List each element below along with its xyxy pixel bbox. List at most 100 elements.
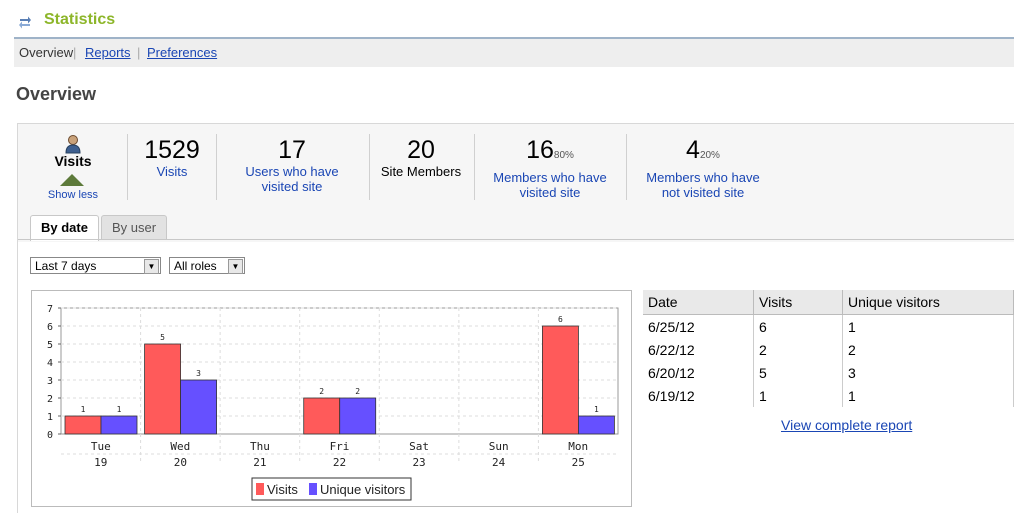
bar-value-label: 2	[355, 387, 360, 396]
x-sub-tick-label: 24	[492, 456, 506, 469]
stat-divider	[127, 134, 128, 200]
nav-overview[interactable]: Overview	[19, 45, 73, 60]
column-header-visits[interactable]: Visits	[753, 290, 843, 315]
y-tick-label: 6	[47, 322, 53, 333]
stat-label-link[interactable]: Members who have not visited site	[633, 170, 773, 200]
cell-unique: 3	[842, 361, 1014, 384]
stat-divider	[474, 134, 475, 200]
bar-visits	[144, 343, 181, 435]
cell-date: 6/22/12	[643, 338, 754, 361]
y-tick-label: 1	[47, 412, 53, 423]
table-row: 6/25/12 6 1	[643, 314, 1014, 338]
table-row: 6/19/12 1 1	[643, 384, 1014, 407]
table-row: 6/20/12 5 3	[643, 361, 1014, 384]
y-tick-label: 7	[47, 304, 53, 315]
y-tick-label: 5	[47, 340, 53, 351]
nav-preferences[interactable]: Preferences	[147, 45, 217, 60]
cell-visits: 6	[753, 314, 843, 338]
stat-percent: 20%	[699, 150, 720, 161]
bar-value-label: 3	[196, 369, 201, 378]
stat-value: 20	[407, 136, 435, 164]
cell-date: 6/19/12	[643, 384, 754, 407]
table-header-row: Date Visits Unique visitors	[643, 290, 1014, 315]
dropdown-arrow-icon: ▼	[228, 259, 243, 274]
date-range-value: Last 7 days	[35, 259, 97, 273]
x-tick-label: Wed	[170, 440, 190, 453]
stat-value: 17	[278, 136, 306, 164]
roles-value: All roles	[174, 259, 217, 273]
roles-select[interactable]: All roles ▼	[169, 257, 245, 274]
x-tick-label: Fri	[330, 440, 350, 453]
cell-unique: 1	[842, 314, 1014, 338]
bar-value-label: 1	[594, 405, 599, 414]
page-header-title: Statistics	[44, 11, 116, 28]
bar-value-label: 5	[160, 333, 165, 342]
y-tick-label: 2	[47, 394, 53, 405]
sub-navigation: Overview | Reports | Preferences	[14, 39, 1014, 67]
refresh-arrows-icon	[19, 16, 31, 29]
legend-label: Unique visitors	[320, 482, 406, 497]
date-range-select[interactable]: Last 7 days ▼	[30, 257, 161, 274]
tab-underline	[18, 239, 1014, 240]
stat-divider	[626, 134, 627, 200]
x-tick-label: Thu	[250, 440, 270, 453]
column-header-unique[interactable]: Unique visitors	[842, 290, 1014, 315]
bar-unique-visitors	[100, 415, 138, 435]
column-header-date[interactable]: Date	[643, 290, 754, 315]
x-sub-tick-label: 21	[253, 456, 266, 469]
view-complete-report-link[interactable]: View complete report	[781, 417, 912, 433]
x-tick-label: Mon	[568, 440, 588, 453]
stat-divider	[369, 134, 370, 200]
tab-by-date[interactable]: By date	[30, 215, 99, 241]
nav-reports[interactable]: Reports	[85, 45, 131, 60]
stat-visits: 1529 Visits	[132, 136, 212, 179]
nav-separator: |	[73, 45, 77, 60]
stat-value: 16	[526, 136, 554, 164]
x-sub-tick-label: 20	[174, 456, 187, 469]
cell-date: 6/25/12	[643, 314, 754, 338]
show-less-link[interactable]: Show less	[36, 189, 110, 201]
stat-users-visited: 17 Users who have visited site	[222, 136, 362, 194]
stat-label-link[interactable]: Users who have visited site	[222, 164, 362, 194]
chart-canvas: 01234567Tue19Wed20Thu21Fri22Sat23Sun24Mo…	[47, 304, 619, 501]
stat-label-link[interactable]: Visits	[132, 164, 212, 179]
bar-visits	[303, 397, 341, 435]
stat-site-members: 20 Site Members	[372, 136, 470, 179]
table-row: 6/22/12 2 2	[643, 338, 1014, 361]
visits-table: Date Visits Unique visitors 6/25/12 6 1 6/…	[643, 290, 1014, 407]
x-tick-label: Tue	[91, 440, 111, 453]
visits-chart: 0 1 2 3 4 5 6 7 Tue 19 Wed 20 Thu 21 Fri 22 Sat 23 Sun 24 Mo…	[31, 290, 632, 507]
x-tick-label: Sun	[489, 440, 509, 453]
cell-visits: 1	[753, 384, 843, 407]
collapse-triangle-icon[interactable]	[60, 174, 84, 186]
y-tick-label: 3	[47, 376, 53, 387]
cell-date: 6/20/12	[643, 361, 754, 384]
bar-visits	[542, 325, 579, 435]
legend-swatch	[309, 483, 317, 495]
bar-unique-visitors	[180, 379, 217, 435]
stat-value: 4	[686, 136, 700, 164]
stat-members-not-visited: 420% Members who have not visited site	[633, 136, 773, 200]
x-sub-tick-label: 19	[94, 456, 107, 469]
bar-visits	[64, 415, 102, 435]
x-sub-tick-label: 25	[572, 456, 585, 469]
bar-unique-visitors	[578, 415, 615, 435]
x-sub-tick-label: 22	[333, 456, 346, 469]
cell-visits: 2	[753, 338, 843, 361]
bar-unique-visitors	[339, 397, 377, 435]
stat-value: 1529	[144, 136, 200, 164]
dropdown-arrow-icon: ▼	[144, 259, 159, 274]
y-tick-label: 0	[47, 430, 53, 441]
nav-separator: |	[137, 45, 141, 60]
stat-label: Site Members	[380, 164, 462, 179]
cell-visits: 5	[753, 361, 843, 384]
cell-unique: 2	[842, 338, 1014, 361]
bar-value-label: 2	[319, 387, 324, 396]
cell-unique: 1	[842, 384, 1014, 407]
bar-value-label: 1	[117, 405, 122, 414]
tab-by-user[interactable]: By user	[101, 215, 167, 240]
stat-label-link[interactable]: Members who have visited site	[480, 170, 620, 200]
stat-divider	[216, 134, 217, 200]
y-tick-label: 4	[47, 358, 53, 369]
page-title: Overview	[16, 84, 97, 104]
